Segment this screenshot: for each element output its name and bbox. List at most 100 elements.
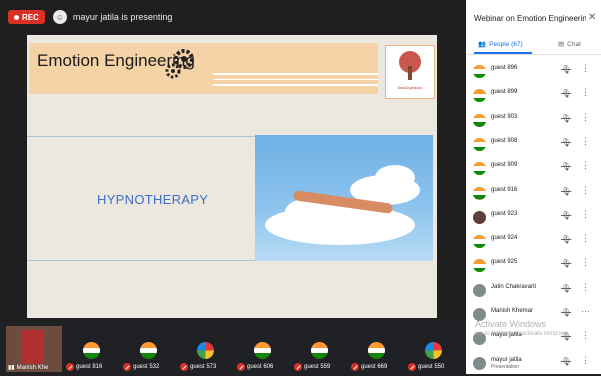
self-video-tile[interactable]: ▮▮ Manish Khe <box>6 326 62 372</box>
presenter-avatar: ☺ <box>52 10 67 24</box>
mic-muted-icon <box>123 363 131 371</box>
people-tab-label: People (67) <box>489 40 523 48</box>
mic-off-icon: 🎙 <box>561 235 572 245</box>
poster <box>22 330 44 364</box>
guest-tile[interactable]: guest 573 <box>178 322 232 374</box>
shared-slide: Emotion Engineering SwaGyankuru HYPNOTHE… <box>27 35 437 318</box>
mic-off-icon: 🎙 <box>561 89 572 99</box>
participant-row[interactable]: guest 925 🎙 ⋮ <box>466 254 601 278</box>
participant-name: guest 923 <box>491 210 518 217</box>
mic-off-icon: 🎙 <box>561 65 572 74</box>
self-name: Manish Khe <box>16 364 49 371</box>
india-flag-icon <box>311 342 328 359</box>
avatar <box>473 186 486 200</box>
mic-off-icon: 🎙 <box>561 308 572 317</box>
participant-name: guest 925 <box>491 259 518 266</box>
participant-name: Manish Khemar <box>491 308 534 314</box>
close-icon[interactable]: ✕ <box>588 12 596 23</box>
more-options-icon[interactable]: ⋮ <box>581 282 590 293</box>
chat-icon: ▤ <box>558 41 565 48</box>
avatar <box>473 259 486 273</box>
mic-muted-icon <box>66 363 74 371</box>
avatar <box>473 283 486 297</box>
mic-muted-icon <box>351 363 359 371</box>
participant-row[interactable]: guest 923 🎙 ⋮ <box>466 206 601 230</box>
avatar <box>473 137 486 151</box>
people-panel: Webinar on Emotion Engineering... ✕ 👥 Pe… <box>466 0 601 374</box>
mic-muted-icon <box>294 363 302 371</box>
more-options-icon[interactable]: ⋮ <box>581 136 590 147</box>
avatar <box>473 235 486 249</box>
more-options-icon[interactable]: ⋮ <box>581 330 590 341</box>
guest-tile[interactable]: guest 550 <box>406 322 460 374</box>
main-stage: REC ☺ mayur jatila is presenting Emotion… <box>0 0 466 374</box>
participant-tiles: ▮▮ Manish Khe guest 816 guest 532 guest … <box>0 322 466 374</box>
slide-stripes <box>213 73 378 89</box>
multicolor-logo-icon <box>197 342 214 359</box>
record-dot-icon <box>14 14 19 20</box>
more-options-icon[interactable]: ⋮ <box>581 63 590 74</box>
participant-row[interactable]: mayur jatila Presentation 🎙 ⋮ <box>466 352 601 376</box>
more-options-icon[interactable]: ⋮ <box>581 87 590 98</box>
more-options-icon[interactable]: ··· <box>581 306 590 316</box>
mic-off-icon: 🎙 <box>561 137 572 147</box>
participant-row[interactable]: guest 909 🎙 ⋮ <box>466 157 601 181</box>
mic-off-icon: 🎙 <box>561 283 572 293</box>
tile-name: guest 606 <box>247 364 274 370</box>
participant-name: Jatin Chakravarti <box>491 283 537 290</box>
mic-off-icon: 🎙 <box>561 210 572 220</box>
more-options-icon[interactable]: ⋮ <box>581 160 590 171</box>
divider <box>466 54 601 55</box>
mic-off-icon: 🎙 <box>561 259 572 269</box>
participant-name: guest 909 <box>491 162 518 169</box>
tile-name: guest 550 <box>418 364 445 370</box>
avatar <box>473 162 486 176</box>
mic-off-icon: 🎙 <box>561 356 572 366</box>
participant-row[interactable]: guest 899 🎙 ⋮ <box>466 84 601 108</box>
tab-people[interactable]: 👥 People (67) <box>478 40 523 49</box>
chat-tab-label: Chat <box>567 40 581 48</box>
tile-name: guest 532 <box>133 364 160 370</box>
guest-tile[interactable]: guest 816 <box>64 322 118 374</box>
gears-icon <box>165 49 194 79</box>
tile-name: guest 816 <box>76 364 103 370</box>
participant-row[interactable]: guest 916 🎙 ⋮ <box>466 182 601 206</box>
activate-windows-sub: Go to Settings to activate Windows. <box>475 331 570 337</box>
more-options-icon[interactable]: ⋮ <box>581 185 590 196</box>
more-options-icon[interactable]: ⋮ <box>581 112 590 123</box>
guest-tile[interactable]: guest 669 <box>349 322 403 374</box>
participant-name: guest 924 <box>491 235 518 242</box>
recording-badge: REC <box>8 10 45 24</box>
participant-name: mayur jatila <box>491 356 522 363</box>
avatar <box>473 113 486 127</box>
more-options-icon[interactable]: ⋮ <box>581 355 590 366</box>
presenting-text: mayur jatila is presenting <box>72 12 173 22</box>
tab-chat[interactable]: ▤ Chat <box>558 40 581 49</box>
india-flag-icon <box>140 342 157 359</box>
participant-name: guest 896 <box>491 65 518 71</box>
people-icon: 👥 <box>478 41 487 48</box>
guest-tile[interactable]: guest 606 <box>235 322 289 374</box>
avatar <box>473 65 486 78</box>
participant-row[interactable]: guest 924 🎙 ⋮ <box>466 230 601 254</box>
mic-off-icon: 🎙 <box>561 113 572 123</box>
more-options-icon[interactable]: ⋮ <box>581 257 590 268</box>
participant-row[interactable]: guest 896 🎙 ⋮ <box>466 60 601 84</box>
participant-subtext: Presentation <box>491 363 520 370</box>
logo-text: SwaGyankuru <box>397 85 423 90</box>
slide-subtitle: HYPNOTHERAPY <box>97 192 209 207</box>
participant-row[interactable]: guest 908 🎙 ⋮ <box>466 133 601 157</box>
avatar <box>473 356 486 370</box>
guest-tile[interactable]: guest 559 <box>292 322 346 374</box>
tile-name: guest 573 <box>190 364 217 370</box>
india-flag-icon <box>83 342 100 359</box>
more-options-icon[interactable]: ⋮ <box>581 209 590 220</box>
more-options-icon[interactable]: ⋮ <box>581 233 590 244</box>
participant-name: guest 903 <box>491 113 518 120</box>
guest-tile[interactable]: guest 532 <box>121 322 175 374</box>
mic-muted-icon <box>237 363 245 371</box>
mic-muted-icon <box>180 363 188 371</box>
participant-row[interactable]: Jatin Chakravarti 🎙 ⋮ <box>466 279 601 303</box>
participant-row[interactable]: guest 903 🎙 ⋮ <box>466 109 601 133</box>
slide-title-band: Emotion Engineering <box>29 43 378 94</box>
